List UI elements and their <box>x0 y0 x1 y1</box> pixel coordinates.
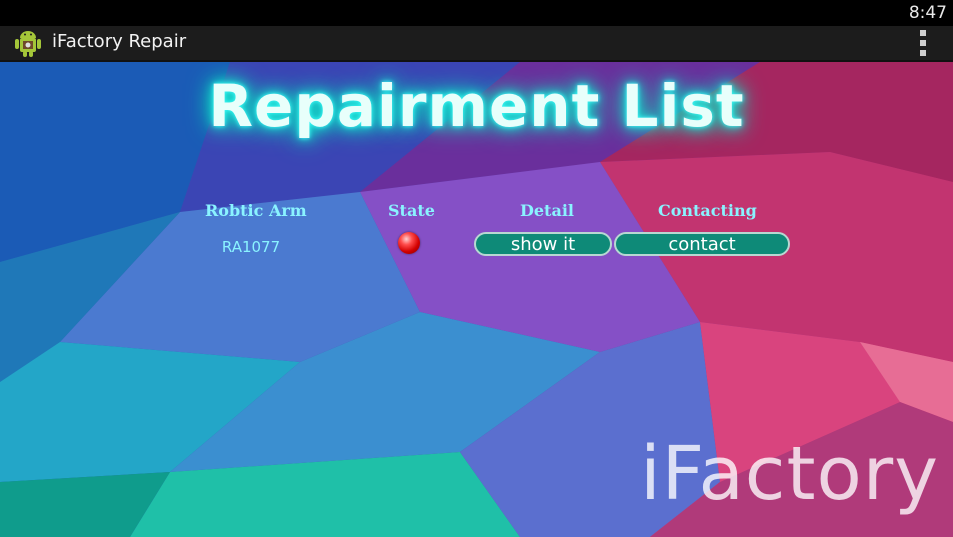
header-robotic-arm: Robtic Arm <box>205 201 307 220</box>
contact-button[interactable]: contact <box>614 232 790 256</box>
app-title: iFactory Repair <box>52 31 187 52</box>
overflow-menu-icon[interactable] <box>911 28 935 58</box>
status-bar: 8:47 <box>0 0 953 26</box>
main-content: Repairment List Robtic Arm State Detail … <box>0 62 953 537</box>
page-title: Repairment List <box>208 72 745 140</box>
header-contacting: Contacting <box>658 201 757 220</box>
show-it-button[interactable]: show it <box>474 232 612 256</box>
clock: 8:47 <box>908 3 947 23</box>
robotic-arm-id: RA1077 <box>221 238 281 256</box>
action-bar: iFactory Repair <box>0 26 953 62</box>
red-status-icon <box>398 232 420 254</box>
header-state: State <box>388 201 435 220</box>
header-detail: Detail <box>520 201 574 220</box>
android-robot-icon <box>14 28 42 58</box>
ifactory-watermark: iFactory <box>640 431 939 517</box>
